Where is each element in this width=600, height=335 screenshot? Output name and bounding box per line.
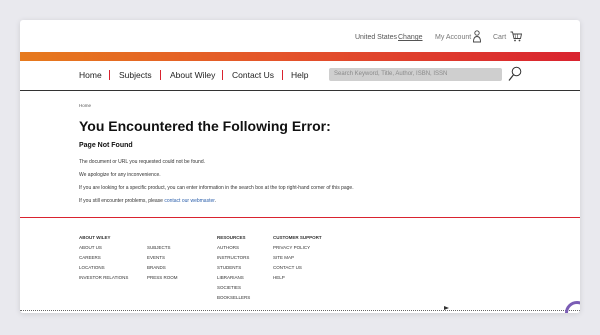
utility-bar: United States Change My Account Cart [20, 30, 580, 47]
footer-link[interactable]: SOCIETIES [217, 285, 250, 295]
browser-page: United States Change My Account Cart Hom… [20, 20, 580, 313]
main-nav: Home Subjects About Wiley Contact Us Hel… [20, 61, 580, 91]
footer-link[interactable]: PRIVACY POLICY [273, 245, 322, 255]
footer-link[interactable]: CONTACT US [273, 265, 322, 275]
breadcrumb[interactable]: Home [79, 103, 91, 108]
search-input[interactable]: Search Keyword, Title, Author, ISBN, ISS… [329, 68, 502, 81]
footer-link[interactable]: INSTRUCTORS [217, 255, 250, 265]
cart-link[interactable]: Cart [493, 34, 506, 41]
search-hint-text: If you are looking for a specific produc… [79, 185, 354, 191]
error-message: The document or URL you requested could … [79, 159, 206, 165]
footer-link[interactable]: EVENTS [147, 255, 178, 265]
cart-icon[interactable] [510, 31, 522, 42]
nav-separator [160, 70, 161, 80]
footer-link[interactable]: ABOUT US [79, 245, 128, 255]
footer-link[interactable]: AUTHORS [217, 245, 250, 255]
account-person-icon[interactable] [472, 30, 482, 43]
footer-about-column: ABOUT WILEY ABOUT US CAREERS LOCATIONS I… [79, 235, 128, 285]
footer-link[interactable]: CAREERS [79, 255, 128, 265]
apology-text: We apologize for any inconvenience. [79, 172, 161, 178]
footer-heading-about: ABOUT WILEY [79, 235, 111, 240]
country-label: United States [355, 34, 398, 41]
footer-link[interactable]: SUBJECTS [147, 245, 178, 255]
footer-link[interactable]: SITE MAP [273, 255, 322, 265]
footer-link[interactable]: LOCATIONS [79, 265, 128, 275]
page-title: You Encountered the Following Error: [79, 118, 331, 134]
footer-link[interactable]: PRESS ROOM [147, 275, 178, 285]
nav-subjects[interactable]: Subjects [119, 70, 152, 80]
nav-about-wiley[interactable]: About Wiley [170, 70, 215, 80]
footer-heading-resources: RESOURCES [217, 235, 246, 240]
nav-contact-us[interactable]: Contact Us [232, 70, 274, 80]
nav-help[interactable]: Help [291, 70, 308, 80]
footer-support-column: CUSTOMER SUPPORT PRIVACY POLICY SITE MAP… [273, 235, 322, 285]
contact-text-prefix: If you still encounter problems, please [79, 198, 165, 204]
nav-separator [282, 70, 283, 80]
footer-resources-column: RESOURCES AUTHORS INSTRUCTORS STUDENTS L… [217, 235, 250, 305]
nav-separator [222, 70, 223, 80]
footer-link[interactable]: BOOKSELLERS [217, 295, 250, 305]
chat-widget-icon[interactable] [565, 301, 580, 313]
brand-gradient-bar [20, 52, 580, 61]
footer-link[interactable]: BRANDS [147, 265, 178, 275]
footer-about-column-2: SUBJECTS EVENTS BRANDS PRESS ROOM [147, 245, 178, 285]
search-icon[interactable] [508, 66, 522, 82]
contact-text-suffix: . [214, 198, 217, 204]
contact-webmaster-link[interactable]: contact our webmaster [164, 198, 214, 204]
contact-text: If you still encounter problems, please … [79, 198, 216, 204]
footer-link[interactable]: INVESTOR RELATIONS [79, 275, 128, 285]
error-subtitle: Page Not Found [79, 142, 133, 149]
footer-link[interactable]: STUDENTS [217, 265, 250, 275]
nav-separator [109, 70, 110, 80]
content-divider [20, 217, 580, 218]
footer-link[interactable]: HELP [273, 275, 322, 285]
footer-dotted-border [20, 310, 580, 311]
pointer-cursor-icon [444, 306, 449, 310]
change-country-link[interactable]: Change [398, 34, 423, 41]
footer-link[interactable]: LIBRARIANS [217, 275, 250, 285]
footer-heading-support: CUSTOMER SUPPORT [273, 235, 322, 240]
nav-home[interactable]: Home [79, 70, 102, 80]
my-account-link[interactable]: My Account [435, 34, 471, 41]
